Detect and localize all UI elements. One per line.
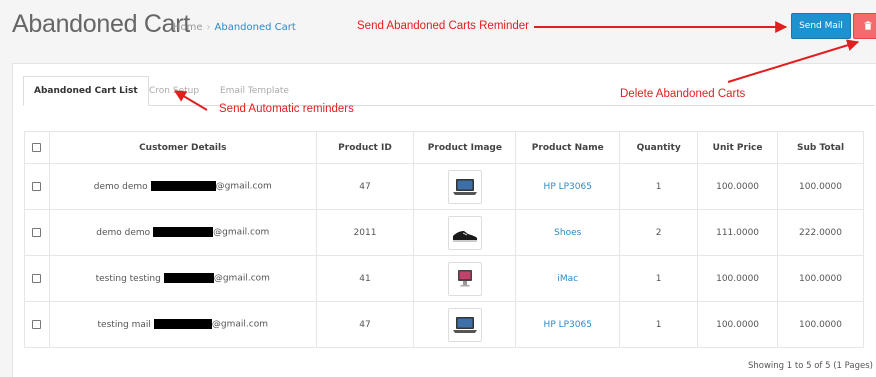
column-header-customer-details[interactable]: Customer Details	[48, 131, 317, 164]
customer-details-cell: demo demo @gmail.com	[48, 209, 317, 256]
row-checkbox[interactable]	[32, 319, 42, 329]
row-checkbox[interactable]	[32, 273, 42, 283]
pagination-summary: Showing 1 to 5 of 5 (1 Pages)	[748, 361, 873, 371]
page-title: Abandoned Cart	[12, 10, 190, 38]
unit-price-cell: 100.0000	[697, 255, 779, 302]
tab-abandoned-cart-list[interactable]: Abandoned Cart List	[23, 76, 149, 106]
product-image-cell	[413, 255, 517, 302]
product-id-cell: 2011	[315, 209, 415, 256]
product-name-cell: iMac	[515, 255, 621, 302]
row-checkbox[interactable]	[32, 181, 42, 191]
tab-email-template[interactable]: Email Template	[220, 76, 289, 106]
sub-total-cell: 100.0000	[777, 163, 864, 210]
product-name-link[interactable]: HP LP3065	[544, 320, 592, 330]
column-header-unit-price[interactable]: Unit Price	[697, 131, 779, 164]
quantity-cell: 1	[619, 255, 699, 302]
tab-cron-setup[interactable]: Cron Setup	[149, 76, 199, 106]
redacted-email-block	[153, 227, 214, 238]
product-name-link[interactable]: Shoes	[554, 228, 581, 238]
customer-details-cell: testing mail @gmail.com	[48, 301, 317, 348]
row-select-cell	[24, 163, 50, 210]
unit-price-cell: 111.0000	[697, 209, 779, 256]
table-row: testing testing @gmail.com 41 iMac 1 100…	[24, 255, 864, 302]
email-domain: @gmail.com	[213, 273, 270, 284]
product-thumbnail[interactable]	[447, 307, 482, 342]
customer-name: demo demo	[96, 227, 151, 238]
product-id-cell: 47	[315, 301, 415, 348]
annotation-automatic-reminders: Send Automatic reminders	[219, 103, 354, 115]
annotation-send-reminder: Send Abandoned Carts Reminder	[357, 20, 529, 32]
product-name-cell: HP LP3065	[515, 301, 621, 348]
imac-icon	[457, 269, 472, 286]
redacted-email-block	[150, 181, 216, 192]
select-all-cell	[24, 131, 50, 164]
quantity-cell: 1	[619, 301, 699, 348]
abandoned-cart-table: Customer Details Product ID Product Imag…	[24, 131, 864, 348]
customer-details-cell: demo demo @gmail.com	[48, 163, 317, 210]
product-image-cell	[413, 163, 517, 210]
product-thumbnail[interactable]	[447, 215, 482, 250]
table-row: demo demo @gmail.com 47 HP LP3065 1 100.0…	[24, 163, 864, 210]
product-image-cell	[413, 209, 517, 256]
row-select-cell	[24, 301, 50, 348]
laptop-icon	[452, 178, 477, 195]
send-mail-button[interactable]: Send Mail	[791, 13, 851, 39]
sub-total-cell: 100.0000	[777, 255, 864, 302]
shoe-icon	[452, 230, 477, 242]
product-thumbnail[interactable]	[447, 261, 482, 296]
email-domain: @gmail.com	[215, 181, 272, 192]
column-header-quantity[interactable]: Quantity	[619, 131, 699, 164]
annotation-delete-carts: Delete Abandoned Carts	[620, 88, 746, 100]
column-header-sub-total[interactable]: Sub Total	[777, 131, 864, 164]
column-header-product-id[interactable]: Product ID	[315, 131, 415, 164]
column-header-product-image: Product Image	[413, 131, 517, 164]
laptop-icon	[452, 316, 477, 333]
email-domain: @gmail.com	[213, 227, 270, 238]
quantity-cell: 1	[619, 163, 699, 210]
redacted-email-block	[153, 319, 212, 330]
breadcrumb-home[interactable]: Home	[173, 22, 203, 33]
trash-icon	[864, 21, 872, 30]
select-all-checkbox[interactable]	[32, 142, 42, 152]
customer-name: testing testing	[95, 273, 161, 284]
product-thumbnail[interactable]	[447, 169, 482, 204]
product-image-cell	[413, 301, 517, 348]
breadcrumb-separator-icon: ›	[206, 22, 211, 33]
breadcrumb-abandoned-cart[interactable]: Abandoned Cart	[215, 22, 296, 33]
product-name-cell: Shoes	[515, 209, 621, 256]
sub-total-cell: 100.0000	[777, 301, 864, 348]
redacted-email-block	[163, 273, 214, 284]
customer-details-cell: testing testing @gmail.com	[48, 255, 317, 302]
breadcrumb: Home › Abandoned Cart	[173, 22, 296, 33]
quantity-cell: 2	[619, 209, 699, 256]
customer-name: demo demo	[93, 181, 148, 192]
column-header-product-name[interactable]: Product Name	[515, 131, 621, 164]
product-name-link[interactable]: HP LP3065	[544, 182, 592, 192]
delete-button[interactable]	[853, 13, 876, 39]
unit-price-cell: 100.0000	[697, 301, 779, 348]
table-header-row: Customer Details Product ID Product Imag…	[24, 131, 864, 164]
product-name-link[interactable]: iMac	[557, 274, 578, 284]
row-checkbox[interactable]	[32, 227, 42, 237]
sub-total-cell: 222.0000	[777, 209, 864, 256]
product-id-cell: 47	[315, 163, 415, 210]
product-name-cell: HP LP3065	[515, 163, 621, 210]
product-id-cell: 41	[315, 255, 415, 302]
email-domain: @gmail.com	[211, 319, 268, 330]
table-row: demo demo @gmail.com 2011 Shoes 2 111.000…	[24, 209, 864, 256]
row-select-cell	[24, 255, 50, 302]
abandoned-cart-panel: Abandoned Cart List Cron Setup Email Tem…	[12, 63, 876, 377]
unit-price-cell: 100.0000	[697, 163, 779, 210]
table-row: testing mail @gmail.com 47 HP LP3065 1 10…	[24, 301, 864, 348]
customer-name: testing mail	[97, 319, 151, 330]
row-select-cell	[24, 209, 50, 256]
